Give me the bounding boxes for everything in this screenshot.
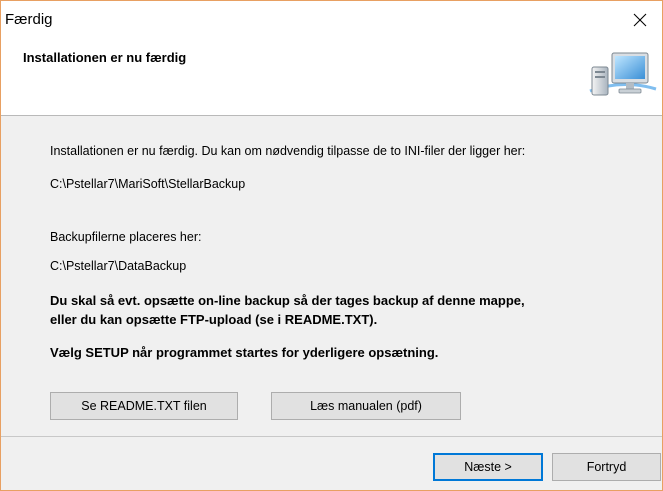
title-bar: Færdig (1, 1, 662, 39)
setup-hint: Vælg SETUP når programmet startes for yd… (50, 345, 439, 360)
window-title: Færdig (5, 11, 53, 28)
installer-window: Færdig Installationen er nu færdig Insta… (0, 0, 663, 491)
cancel-button[interactable]: Fortryd (552, 453, 661, 481)
page-title: Installationen er nu færdig (23, 50, 187, 65)
intro-text: Installationen er nu færdig. Du kan om n… (50, 144, 526, 158)
notice-line-1: Du skal så evt. opsætte on-line backup s… (50, 293, 525, 308)
backup-label: Backupfilerne placeres her: (50, 230, 202, 244)
wizard-content: Installationen er nu færdig. Du kan om n… (1, 116, 662, 434)
computer-icon (589, 52, 657, 96)
footer-divider (1, 436, 662, 437)
close-button[interactable] (618, 1, 662, 39)
next-button[interactable]: Næste > (433, 453, 543, 481)
close-icon (633, 13, 647, 27)
ini-path-text: C:\Pstellar7\MariSoft\StellarBackup (50, 177, 246, 191)
backup-path-text: C:\Pstellar7\DataBackup (50, 259, 187, 273)
readme-button[interactable]: Se README.TXT filen (50, 392, 238, 420)
notice-line-2: eller du kan opsætte FTP-upload (se i RE… (50, 312, 378, 327)
manual-button[interactable]: Læs manualen (pdf) (271, 392, 461, 420)
wizard-header: Installationen er nu færdig (1, 39, 662, 116)
